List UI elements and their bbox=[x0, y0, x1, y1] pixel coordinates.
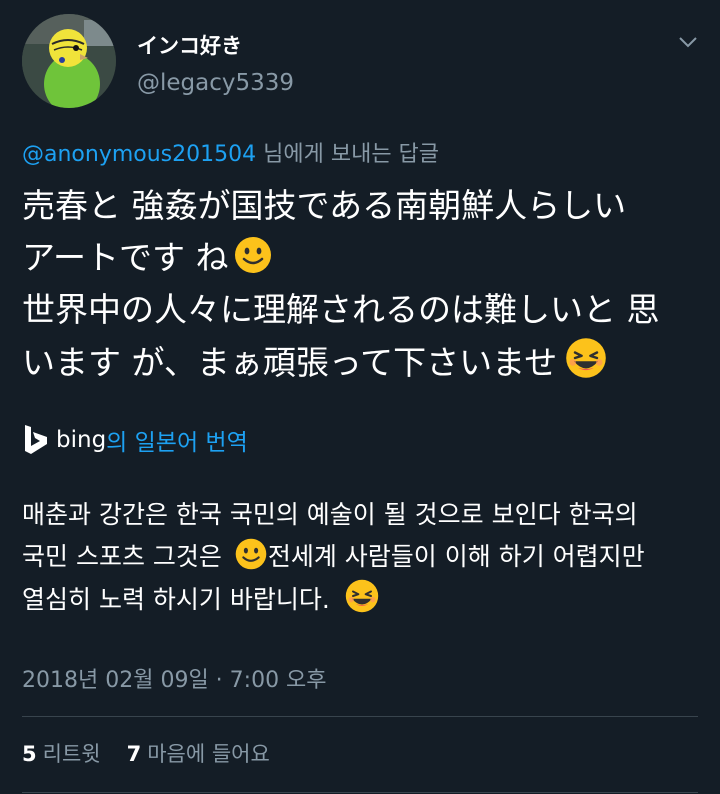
tweet-line: 世界中の人々に理解されるのは難しいと 思 bbox=[22, 290, 660, 329]
likes-stat[interactable]: 7 마음에 들어요 bbox=[127, 738, 270, 768]
translated-line: 매춘과 강간은 한국 국민의 예술이 될 것으로 보인다 한국의 bbox=[22, 500, 638, 529]
tweet-line: アートです ね bbox=[22, 232, 702, 284]
tweet-line: います が、まぁ頑張って下さいませ bbox=[22, 336, 702, 389]
tweet-text: 売春と 強姦が国技である南朝鮮人らしい アートです ね 世界中の人々に理解される… bbox=[22, 180, 702, 389]
divider bbox=[22, 716, 698, 717]
translated-text: 매춘과 강간은 한국 국민의 예술이 될 것으로 보인다 한국의 국민 스포츠 … bbox=[22, 494, 712, 621]
translate-brand: bing bbox=[56, 427, 107, 453]
budgie-avatar-image bbox=[22, 14, 116, 108]
reply-context: @anonymous201504 님에게 보내는 답글 bbox=[22, 136, 439, 168]
likes-count: 7 bbox=[126, 742, 142, 766]
tweet-stats: 5 리트윗 7 마음에 들어요 bbox=[22, 738, 270, 768]
translated-line: 열심히 노력 하시기 바랍니다. bbox=[22, 578, 712, 621]
divider bbox=[22, 792, 698, 793]
translate-label: 의 일본어 번역 bbox=[106, 430, 248, 456]
reply-suffix: 님에게 보내는 답글 bbox=[256, 142, 440, 167]
user-handle[interactable]: @legacy5339 bbox=[137, 70, 294, 96]
display-name[interactable]: インコ好き bbox=[137, 30, 242, 60]
tweet-timestamp[interactable]: 2018년 02월 09일 · 7:00 오후 bbox=[22, 662, 327, 694]
grinning-squinting-face-icon bbox=[566, 338, 607, 378]
retweets-stat[interactable]: 5 리트윗 bbox=[22, 738, 101, 768]
grinning-squinting-face-icon bbox=[345, 579, 378, 613]
likes-label: 마음에 들어요 bbox=[147, 742, 270, 766]
avatar[interactable] bbox=[22, 14, 116, 108]
translate-by-bing[interactable]: bing 의 일본어 번역 bbox=[22, 423, 248, 457]
retweets-label: 리트윗 bbox=[42, 742, 101, 766]
translated-line: 국민 스포츠 그것은 전세계 사람들이 이해 하기 어렵지만 bbox=[22, 536, 712, 578]
bing-logo-icon bbox=[25, 425, 47, 454]
slightly-smiling-face-icon bbox=[235, 538, 267, 570]
retweets-count: 5 bbox=[22, 742, 37, 766]
tweet-line: 売春と 強姦が国技である南朝鮮人らしい bbox=[22, 186, 627, 225]
reply-mention-link[interactable]: @anonymous201504 bbox=[22, 142, 256, 167]
slightly-smiling-face-icon bbox=[234, 237, 271, 273]
chevron-down-icon[interactable] bbox=[676, 30, 700, 54]
